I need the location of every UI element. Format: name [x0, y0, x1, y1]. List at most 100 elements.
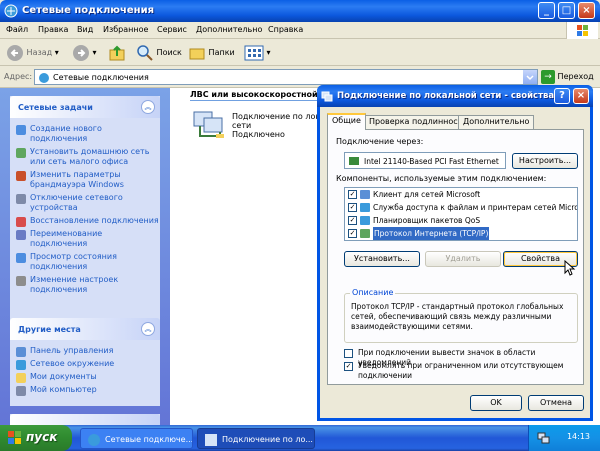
task-firewall[interactable]: Изменить параметры брандмауэра Windows: [10, 170, 160, 190]
menu-edit[interactable]: Правка: [38, 25, 68, 34]
start-label: пуск: [26, 430, 58, 444]
section-title: ЛВС или высокоскоростной И: [190, 90, 328, 99]
toolbar: Назад ▾ ▾ Поиск Папки ▾: [0, 39, 600, 66]
lan-connection-icon: [193, 111, 224, 138]
checkbox-checked-icon[interactable]: ✓: [348, 216, 357, 225]
network-card-icon: [349, 157, 359, 165]
notify-label: Уведомлять при ограниченном или отсутств…: [358, 361, 564, 380]
component-item[interactable]: ✓ Клиент для сетей Microsoft: [345, 188, 577, 201]
search-button[interactable]: Поиск: [136, 43, 182, 63]
taskbar-lan-properties[interactable]: Подключение по ло...: [197, 428, 315, 449]
network-tray-icon[interactable]: [537, 431, 551, 445]
maximize-button[interactable]: □: [558, 2, 575, 19]
checkbox-checked-icon[interactable]: ✓: [344, 362, 353, 371]
address-input[interactable]: Сетевые подключения: [34, 69, 538, 85]
up-folder-button[interactable]: [108, 43, 126, 63]
folders-icon: [189, 48, 205, 59]
menu-tools[interactable]: Сервис: [157, 25, 187, 34]
service-icon: [360, 203, 370, 212]
checkbox-checked-icon[interactable]: ✓: [348, 229, 357, 238]
status-icon: [16, 253, 26, 263]
task-change-settings[interactable]: Изменение настроек подключения: [10, 275, 160, 295]
clock: 14:13: [566, 432, 590, 441]
uninstall-button[interactable]: Удалить: [425, 251, 501, 267]
collapse-chevron-icon[interactable]: ︽: [141, 100, 155, 114]
task-repair-connection[interactable]: Восстановление подключения: [10, 216, 160, 227]
forward-button[interactable]: ▾: [72, 43, 97, 63]
home-network-icon: [16, 148, 26, 158]
configure-button[interactable]: Настроить...: [512, 153, 578, 169]
other-places-header[interactable]: Другие места ︽: [10, 318, 160, 340]
description-group: Описание Протокол TCP/IP - стандартный п…: [344, 288, 578, 343]
dialog-title-bar[interactable]: Подключение по локальной сети - свойства…: [317, 85, 593, 107]
menu-advanced[interactable]: Дополнительно: [196, 25, 262, 34]
place-my-documents[interactable]: Мои документы: [10, 372, 160, 383]
task-pane: Сетевые задачи ︽ Создание нового подключ…: [0, 88, 170, 425]
connection-small-icon: [321, 91, 333, 102]
mouse-cursor-icon: [564, 260, 576, 276]
ok-button[interactable]: OK: [470, 395, 522, 411]
connect-using-label: Подключение через:: [336, 137, 424, 146]
collapse-chevron-icon[interactable]: ︽: [141, 322, 155, 336]
network-tasks-title: Сетевые задачи: [18, 103, 93, 112]
forward-arrow-icon: [73, 44, 89, 61]
component-item[interactable]: ✓ Планировщик пакетов QoS: [345, 214, 577, 227]
folders-button[interactable]: Папки: [188, 43, 235, 63]
go-arrow-icon: →: [541, 69, 555, 84]
menu-bar: Файл Правка Вид Избранное Сервис Дополни…: [0, 22, 600, 39]
back-arrow-icon: [7, 44, 23, 61]
install-button[interactable]: Установить...: [344, 251, 420, 267]
go-button[interactable]: → Переход: [541, 69, 594, 85]
folders-label: Папки: [208, 48, 235, 57]
component-item[interactable]: ✓ Служба доступа к файлам и принтерам се…: [345, 201, 577, 214]
back-button[interactable]: Назад ▾: [6, 43, 59, 63]
notify-checkbox[interactable]: ✓ Уведомлять при ограниченном или отсутс…: [344, 361, 582, 381]
connection-small-icon: [205, 433, 217, 446]
task-home-network[interactable]: Установить домашнюю сеть или сеть малого…: [10, 147, 160, 167]
address-dropdown-icon[interactable]: [522, 70, 537, 84]
windows-logo-icon: [577, 25, 588, 36]
task-view-status[interactable]: Просмотр состояния подключения: [10, 252, 160, 272]
place-my-computer[interactable]: Мой компьютер: [10, 385, 160, 396]
tab-advanced[interactable]: Дополнительно: [458, 115, 535, 129]
start-button[interactable]: пуск: [0, 425, 72, 451]
address-value: Сетевые подключения: [53, 73, 149, 82]
adapter-name: Intel 21140-Based PCI Fast Ethernet: [364, 157, 499, 166]
task-disable-device[interactable]: Отключение сетевого устройства: [10, 193, 160, 213]
network-tasks-header[interactable]: Сетевые задачи ︽: [10, 96, 160, 118]
menu-help[interactable]: Справка: [268, 25, 303, 34]
cancel-button[interactable]: Отмена: [528, 395, 584, 411]
service-icon: [360, 216, 370, 225]
network-tasks-group: Сетевые задачи ︽ Создание нового подключ…: [10, 96, 160, 318]
menu-file[interactable]: Файл: [6, 25, 28, 34]
task-rename-connection[interactable]: Переименование подключения: [10, 229, 160, 249]
dialog-close-button[interactable]: ×: [573, 88, 589, 104]
help-button[interactable]: ?: [554, 88, 570, 104]
title-bar[interactable]: Сетевые подключения _ □ ×: [0, 0, 600, 22]
place-control-panel[interactable]: Панель управления: [10, 346, 160, 357]
place-network-neighborhood[interactable]: Сетевое окружение: [10, 359, 160, 370]
window-title: Сетевые подключения: [22, 5, 155, 16]
tab-general[interactable]: Общие: [327, 113, 366, 130]
menu-view[interactable]: Вид: [77, 25, 93, 34]
checkbox-unchecked-icon[interactable]: [344, 349, 353, 358]
checkbox-checked-icon[interactable]: ✓: [348, 203, 357, 212]
taskbar-network-connections[interactable]: Сетевые подключе...: [80, 428, 193, 449]
views-button[interactable]: ▾: [244, 43, 271, 63]
connection-item[interactable]: Подключение по лок сети Подключено: [190, 108, 320, 144]
checkbox-checked-icon[interactable]: ✓: [348, 190, 357, 199]
windows-logo-icon: [8, 431, 21, 444]
close-button[interactable]: ×: [578, 2, 595, 19]
tab-authentication[interactable]: Проверка подлинности: [364, 115, 473, 129]
task-create-connection[interactable]: Создание нового подключения: [10, 124, 160, 144]
minimize-button[interactable]: _: [538, 2, 555, 19]
protocol-icon: [360, 229, 370, 238]
control-panel-icon: [16, 347, 26, 357]
component-item[interactable]: ✓ Протокол Интернета (TCP/IP): [345, 227, 577, 240]
views-icon: [244, 45, 264, 60]
general-panel: Подключение через: Intel 21140-Based PCI…: [327, 129, 584, 385]
new-connection-icon: [16, 125, 26, 135]
my-computer-icon: [16, 386, 26, 396]
details-header[interactable]: [10, 414, 160, 425]
menu-favorites[interactable]: Избранное: [103, 25, 148, 34]
